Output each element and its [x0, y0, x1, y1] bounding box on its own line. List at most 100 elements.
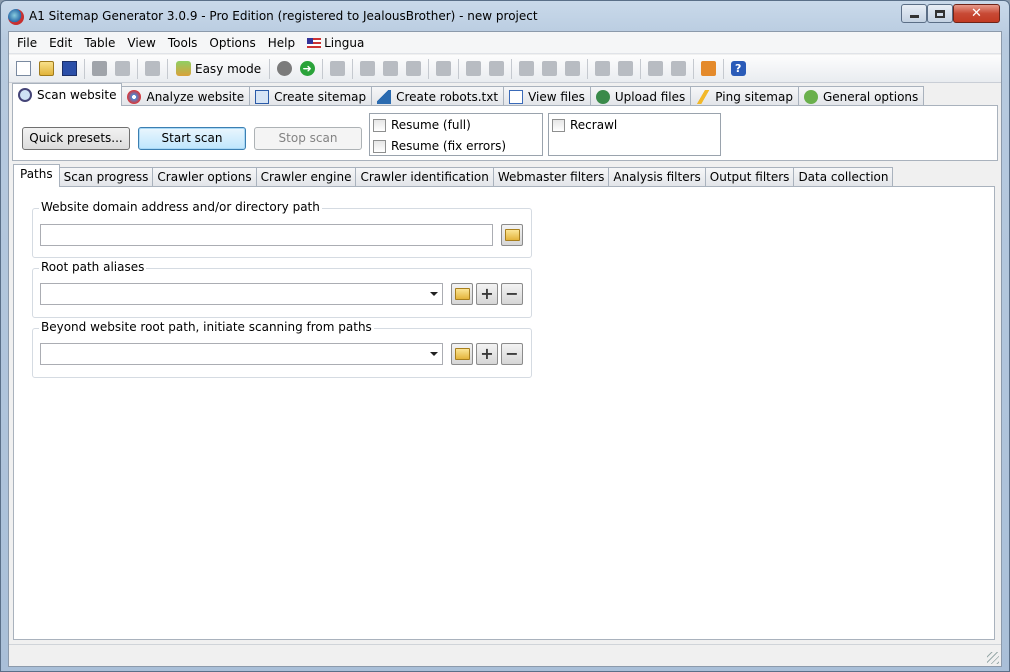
tab-crawler-identification[interactable]: Crawler identification — [355, 167, 494, 187]
indent-icon — [541, 61, 557, 76]
collapse-icon — [670, 61, 686, 76]
tab-scan-website[interactable]: Scan website — [12, 83, 123, 106]
cut-button[interactable] — [356, 58, 378, 80]
record-button[interactable] — [273, 58, 295, 80]
maximize-button[interactable] — [927, 4, 953, 23]
refresh-button[interactable] — [326, 58, 348, 80]
copy-icon — [382, 61, 398, 76]
start-scan-button[interactable]: Start scan — [138, 127, 246, 150]
tab-label: View files — [528, 89, 585, 104]
tab-upload-files[interactable]: Upload files — [589, 86, 692, 106]
tab-view-files[interactable]: View files — [503, 86, 591, 106]
move-next-icon — [617, 61, 633, 76]
menu-options[interactable]: Options — [203, 33, 261, 53]
recrawl-checkbox[interactable]: Recrawl — [552, 118, 617, 132]
close-button[interactable]: ✕ — [953, 4, 1000, 23]
go-button[interactable]: ➜ — [296, 58, 318, 80]
resume-fix-errors-checkbox[interactable]: Resume (fix errors) — [373, 139, 506, 153]
browse-beyond-button[interactable] — [451, 343, 473, 365]
status-bar — [9, 644, 1001, 666]
domain-path-input[interactable] — [40, 224, 493, 246]
easy-mode-icon — [176, 61, 191, 76]
minimize-button[interactable] — [901, 4, 927, 23]
tab-data-collection[interactable]: Data collection — [793, 167, 894, 187]
paste-button[interactable] — [402, 58, 424, 80]
menu-lingua[interactable]: Lingua — [301, 33, 370, 53]
print-icon — [144, 61, 160, 76]
beyond-root-paths-combo[interactable] — [40, 343, 443, 365]
quick-presets-button[interactable]: Quick presets... — [22, 127, 130, 150]
menu-tools[interactable]: Tools — [162, 33, 204, 53]
upload-icon — [595, 89, 610, 104]
open-button[interactable] — [35, 58, 57, 80]
table-button[interactable] — [561, 58, 583, 80]
search-button[interactable] — [462, 58, 484, 80]
browse-aliases-button[interactable] — [451, 283, 473, 305]
remove-alias-button[interactable]: − — [501, 283, 523, 305]
indent-button[interactable] — [538, 58, 560, 80]
tab-crawler-options[interactable]: Crawler options — [152, 167, 257, 187]
undo-button[interactable] — [432, 58, 454, 80]
menu-help[interactable]: Help — [262, 33, 301, 53]
paste-project-button[interactable] — [111, 58, 133, 80]
title-bar[interactable]: A1 Sitemap Generator 3.0.9 - Pro Edition… — [1, 1, 1009, 33]
files-icon — [509, 89, 524, 104]
expand-button[interactable] — [644, 58, 666, 80]
tab-analyze-website[interactable]: Analyze website — [121, 86, 251, 106]
toolbar-separator — [587, 58, 589, 79]
save-button[interactable] — [58, 58, 80, 80]
recrawl-group: Recrawl — [548, 113, 721, 156]
copy-button[interactable] — [379, 58, 401, 80]
resize-grip-icon[interactable] — [987, 652, 999, 664]
tab-ping-sitemap[interactable]: Ping sitemap — [690, 86, 799, 106]
app-logo-icon — [8, 9, 24, 25]
folder-icon — [504, 229, 520, 241]
tab-webmaster-filters[interactable]: Webmaster filters — [492, 167, 610, 187]
home-button[interactable] — [697, 58, 719, 80]
tab-output-filters[interactable]: Output filters — [704, 167, 795, 187]
copy-project-button[interactable] — [88, 58, 110, 80]
search-next-button[interactable] — [485, 58, 507, 80]
tab-analysis-filters[interactable]: Analysis filters — [608, 167, 706, 187]
root-path-aliases-combo[interactable] — [40, 283, 443, 305]
tab-general-options[interactable]: General options — [797, 86, 925, 106]
main-tab-strip: Scan website Analyze website Create site… — [9, 83, 1001, 106]
align-left-icon — [518, 61, 534, 76]
new-document-button[interactable] — [12, 58, 34, 80]
remove-beyond-path-button[interactable]: − — [501, 343, 523, 365]
move-right-button[interactable] — [591, 58, 613, 80]
menu-bar: File Edit Table View Tools Options Help … — [9, 32, 1001, 54]
aliases-section: Root path aliases + − — [32, 260, 532, 318]
tab-label: Analyze website — [146, 89, 245, 104]
tab-create-sitemap[interactable]: Create sitemap — [249, 86, 373, 106]
easy-mode-button[interactable]: Easy mode — [171, 58, 266, 80]
tab-paths[interactable]: Paths — [13, 164, 60, 187]
add-alias-button[interactable]: + — [476, 283, 498, 305]
sub-tab-strip: Paths Scan progress Crawler options Craw… — [13, 164, 1001, 187]
menu-table[interactable]: Table — [78, 33, 121, 53]
plus-icon: + — [480, 284, 494, 303]
flag-icon — [307, 37, 322, 48]
easy-mode-label: Easy mode — [195, 61, 262, 76]
menu-edit[interactable]: Edit — [43, 33, 78, 53]
align-left-button[interactable] — [515, 58, 537, 80]
help-button[interactable]: ? — [727, 58, 749, 80]
menu-file[interactable]: File — [11, 33, 43, 53]
move-next-button[interactable] — [614, 58, 636, 80]
toolbar-separator — [640, 58, 642, 79]
add-beyond-path-button[interactable]: + — [476, 343, 498, 365]
print-button[interactable] — [141, 58, 163, 80]
home-icon — [700, 61, 716, 76]
tab-create-robots[interactable]: Create robots.txt — [371, 86, 505, 106]
paste-project-icon — [114, 61, 130, 76]
resume-full-checkbox[interactable]: Resume (full) — [373, 118, 471, 132]
browse-domain-button[interactable] — [501, 224, 523, 246]
menu-view[interactable]: View — [121, 33, 161, 53]
tab-scan-progress[interactable]: Scan progress — [58, 167, 154, 187]
table-icon — [564, 61, 580, 76]
collapse-button[interactable] — [667, 58, 689, 80]
folder-icon — [454, 288, 470, 300]
minimize-icon — [909, 15, 919, 18]
tab-crawler-engine[interactable]: Crawler engine — [255, 167, 357, 187]
toolbar-separator — [693, 58, 695, 79]
